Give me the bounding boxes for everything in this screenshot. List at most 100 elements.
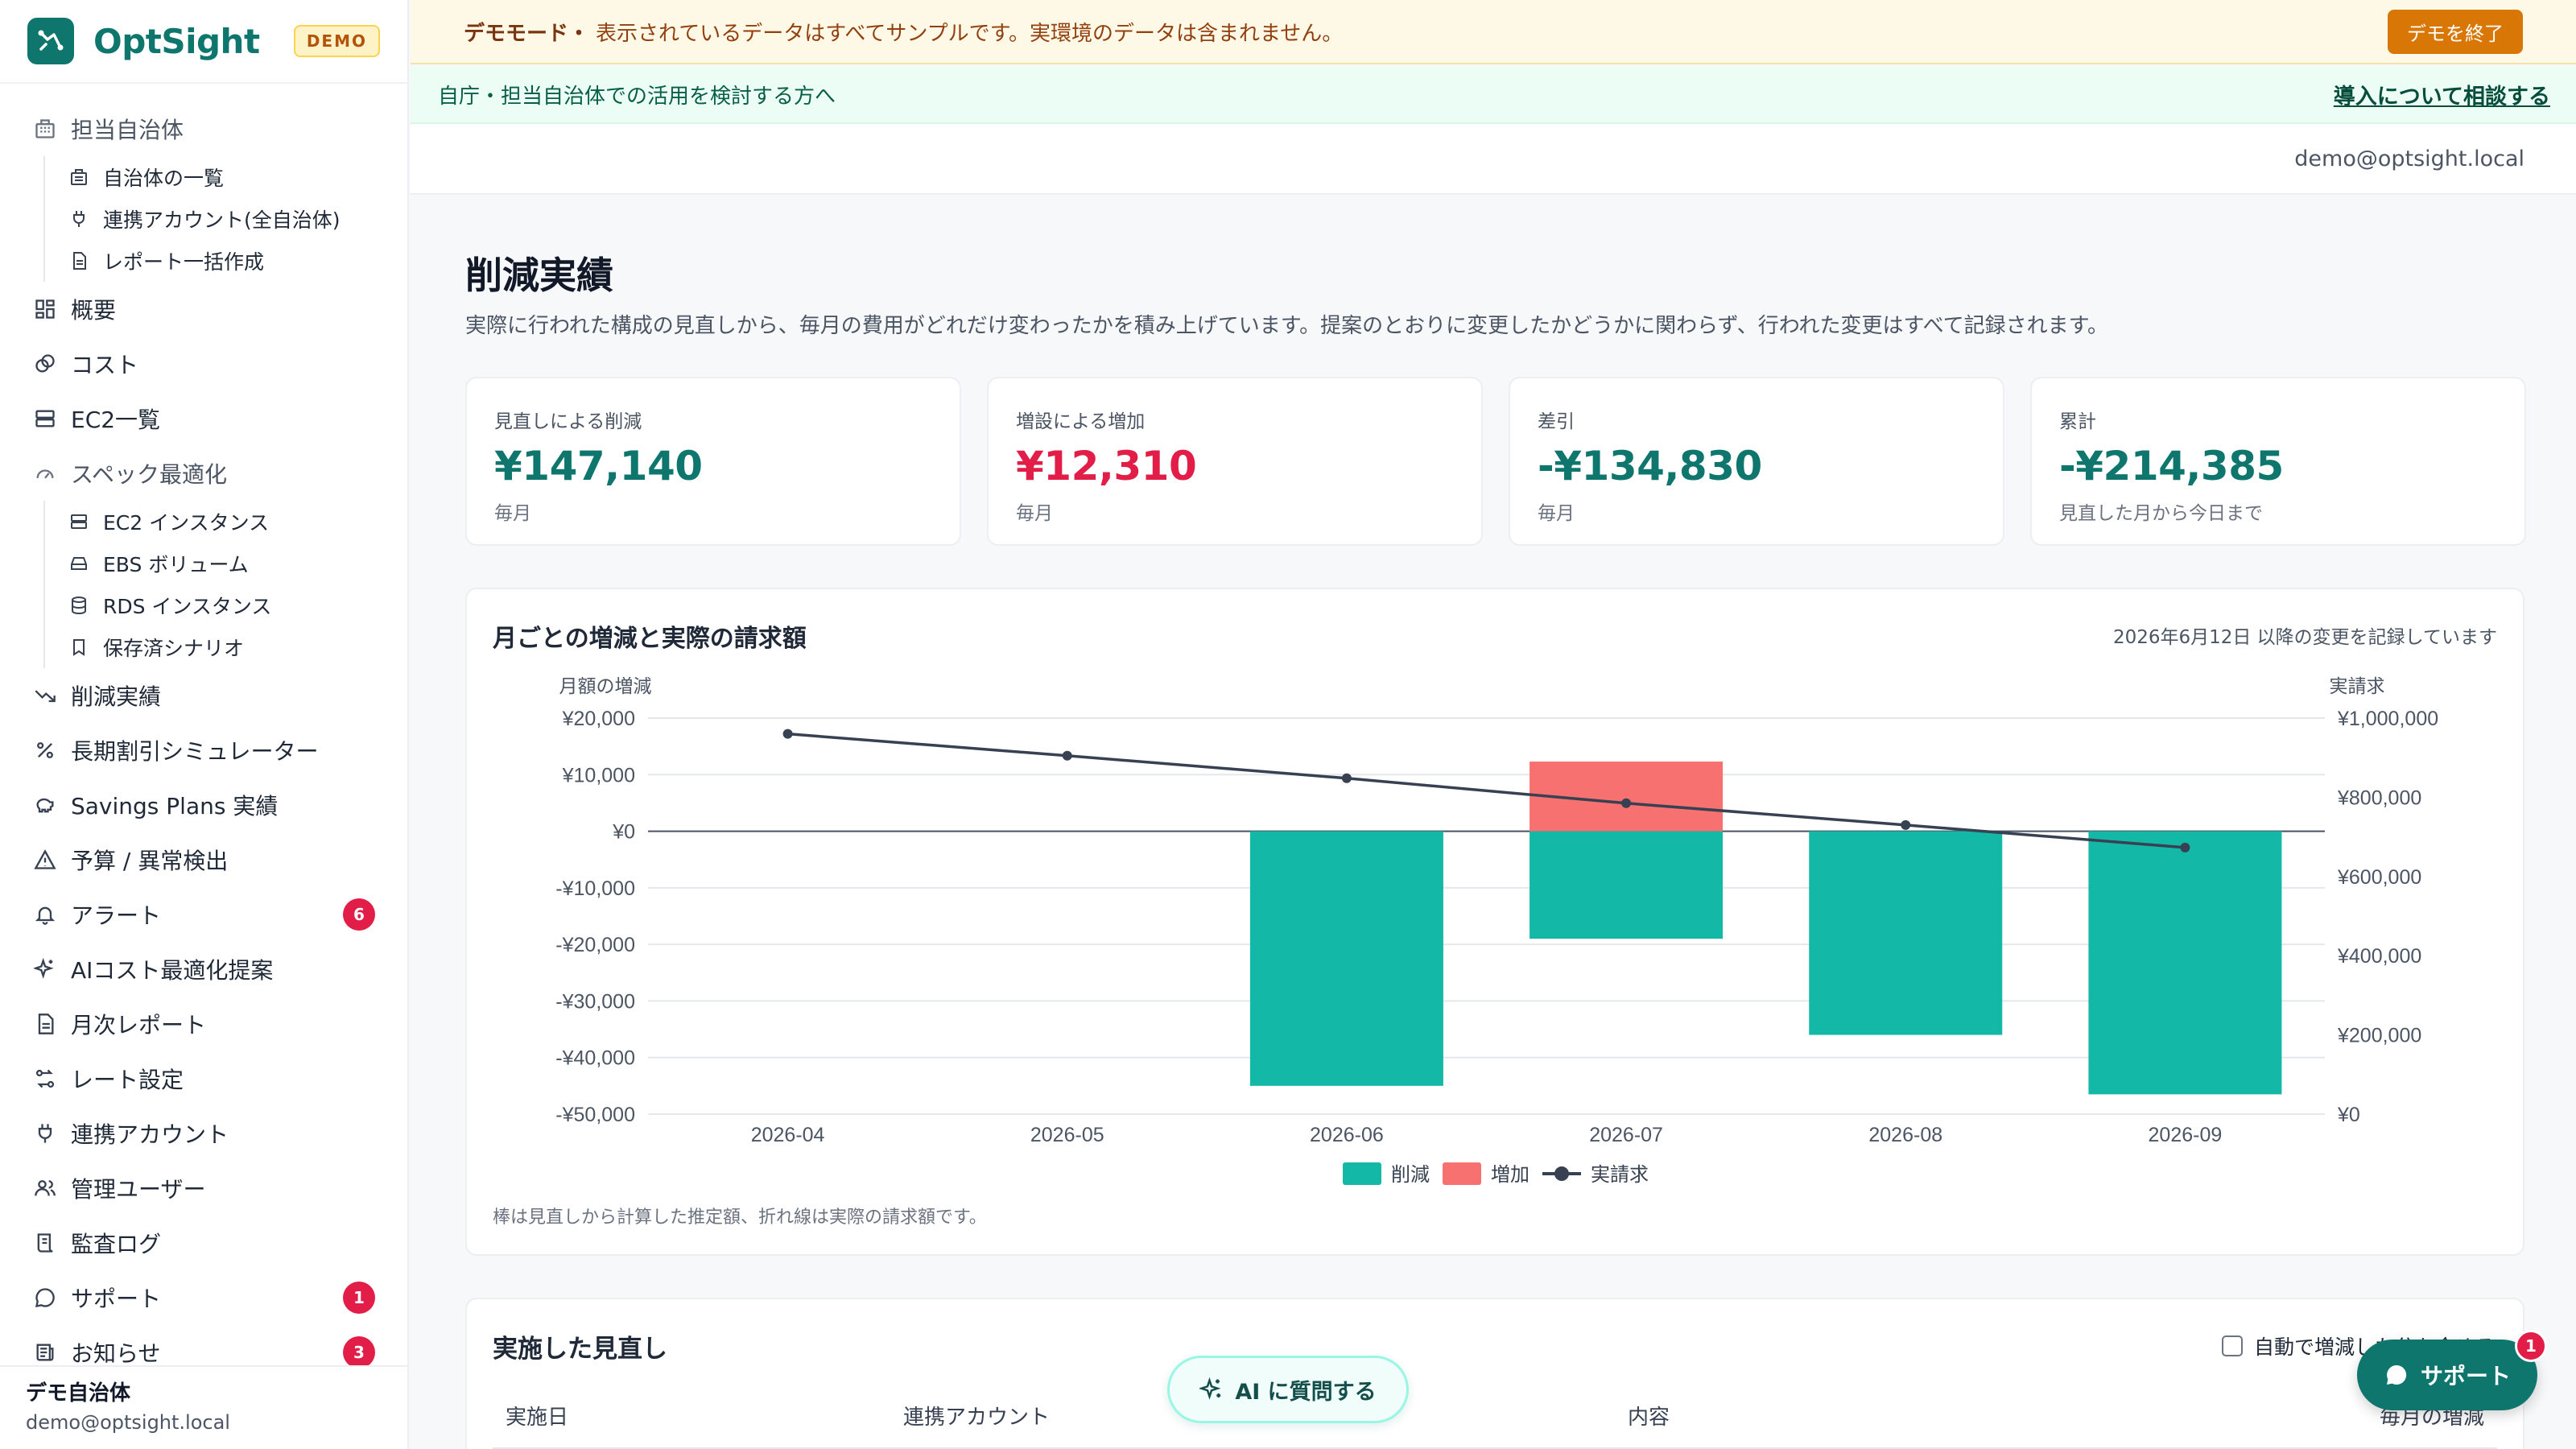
sparkles-icon [32, 956, 58, 982]
right-tick-label: ¥0 [2337, 1104, 2360, 1126]
consult-banner-text: 自庁・担当自治体での活用を検討する方へ [438, 84, 836, 109]
right-tick-label: ¥1,000,000 [2337, 708, 2438, 730]
sidebar-item-audit-log[interactable]: 監査ログ [0, 1216, 407, 1270]
coins-icon [32, 351, 58, 377]
database-icon [68, 594, 90, 617]
document-icon [32, 1011, 58, 1037]
x-tick-label: 2026-09 [2149, 1124, 2223, 1146]
sidebar-group-spec[interactable]: スペック最適化 [0, 446, 407, 501]
sidebar-item-label: 監査ログ [71, 1231, 162, 1257]
sidebar-item-label: AIコスト最適化提案 [71, 957, 274, 984]
column-header-account[interactable]: 連携アカウント [903, 1401, 1050, 1430]
kpi-sub: 見直した月から今日まで [2059, 503, 2263, 524]
sidebar-item-overview[interactable]: 概要 [0, 282, 407, 336]
left-tick-label: ¥10,000 [562, 764, 635, 786]
server-icon [68, 510, 90, 533]
grid-icon [32, 296, 58, 322]
sidebar-item-ec2-list[interactable]: EC2一覧 [0, 391, 407, 446]
bar-decrease [2088, 831, 2282, 1095]
chat-icon [2384, 1362, 2409, 1388]
left-tick-label: -¥40,000 [555, 1047, 635, 1070]
sidebar-item-rate-settings[interactable]: レート設定 [0, 1051, 407, 1106]
bookmark-icon [68, 636, 90, 658]
sidebar-item-admin-users[interactable]: 管理ユーザー [0, 1161, 407, 1216]
sidebar-footer[interactable]: デモ自治体 demo@optsight.local [0, 1365, 407, 1449]
legend-swatch [1343, 1162, 1381, 1185]
sidebar-item-monthly-report[interactable]: 月次レポート [0, 997, 407, 1051]
demo-badge: DEMO [293, 25, 380, 57]
sidebar-item-cost[interactable]: コスト [0, 336, 407, 391]
sidebar-group-tenant[interactable]: 担当自治体 [0, 101, 407, 156]
sidebar-item-ebs-volumes[interactable]: EBS ボリューム [0, 543, 407, 584]
left-tick-label: -¥30,000 [555, 990, 635, 1013]
kpi-sub: 毎月 [494, 503, 531, 524]
sidebar-item-alerts[interactable]: アラート 6 [0, 887, 407, 942]
sidebar-item-label: 削減実績 [71, 683, 162, 710]
actual-bill-point [1062, 750, 1072, 761]
column-header-content[interactable]: 内容 [1628, 1401, 1670, 1430]
sidebar-item-ec2-instances[interactable]: EC2 インスタンス [0, 501, 407, 543]
sidebar-item-ai-suggestions[interactable]: AIコスト最適化提案 [0, 942, 407, 997]
bell-icon [32, 902, 58, 927]
sidebar-item-commitment-simulator[interactable]: 長期割引シミュレーター [0, 723, 407, 778]
sidebar-item-label: 自治体の一覧 [103, 167, 225, 190]
page-description: 実際に行われた構成の見直しから、毎月の費用がどれだけ変わったかを積み上げています… [465, 314, 2109, 338]
left-tick-label: -¥20,000 [555, 934, 635, 956]
sidebar-item-bulk-report[interactable]: レポート一括作成 [0, 240, 407, 282]
left-axis-label: 月額の増減 [559, 675, 652, 696]
legend-label: 実請求 [1591, 1164, 1649, 1186]
sidebar-item-saved-scenarios[interactable]: 保存済シナリオ [0, 626, 407, 668]
sidebar-item-tenant-list[interactable]: 自治体の一覧 [0, 156, 407, 198]
demo-banner-title: デモモード・ [464, 21, 590, 46]
sidebar-item-budget-anomaly[interactable]: 予算 / 異常検出 [0, 832, 407, 887]
savings-chart: 月額の増減 実請求¥20,000¥10,000¥0-¥10,000-¥20,000… [555, 675, 2438, 1186]
reviews-table-card: 実施した見直し 自動で増減した分も含める 実施日 連携アカウント 内容 毎月の増… [465, 1298, 2524, 1449]
sidebar-item-support[interactable]: サポート 1 [0, 1270, 407, 1325]
user-email[interactable]: demo@optsight.local [2294, 147, 2524, 171]
kpi-value: -¥134,830 [1538, 443, 1762, 489]
consult-banner: 自庁・担当自治体での活用を検討する方へ 導入について相談する [411, 66, 2576, 124]
sidebar: OptSight DEMO 担当自治体 自治体の一覧 連携アカウント(全自治体)… [0, 0, 409, 1449]
ask-ai-button[interactable]: AI に質問する [1167, 1356, 1409, 1423]
sidebar-item-label: 保存済シナリオ [103, 637, 245, 660]
actual-bill-point [1901, 819, 1911, 830]
kpi-card-increase: 増設による増加 ¥12,310 毎月 [987, 377, 1483, 546]
tenant-name: デモ自治体 [26, 1381, 131, 1406]
exit-demo-button[interactable]: デモを終了 [2388, 9, 2523, 54]
legend-swatch [1443, 1162, 1481, 1185]
right-axis-label: 実請求 [2330, 675, 2385, 696]
left-tick-label: -¥50,000 [555, 1104, 635, 1126]
table-header: 実施日 連携アカウント 内容 毎月の増減 [493, 1383, 2497, 1449]
sidebar-item-label: EC2一覧 [71, 407, 161, 433]
sidebar-item-all-accounts[interactable]: 連携アカウント(全自治体) [0, 198, 407, 240]
sidebar-item-label: アラート [71, 902, 162, 929]
bar-decrease [1809, 831, 2003, 1035]
kpi-value: ¥12,310 [1016, 443, 1197, 489]
sidebar-item-accounts[interactable]: 連携アカウント [0, 1106, 407, 1161]
brand-name: OptSight [93, 21, 260, 61]
kpi-label: 差引 [1538, 411, 1575, 432]
building-icon [32, 116, 58, 142]
column-header-date[interactable]: 実施日 [506, 1401, 568, 1430]
chart-footnote: 棒は見直しから計算した推定額、折れ線は実際の請求額です。 [493, 1208, 987, 1228]
drive-icon [68, 552, 90, 575]
sidebar-item-label: 長期割引シミュレーター [71, 738, 319, 765]
kpi-label: 累計 [2059, 411, 2096, 432]
news-count-badge: 3 [343, 1336, 375, 1368]
sidebar-item-rds-instances[interactable]: RDS インスタンス [0, 584, 407, 626]
sidebar-item-label: レポート一括作成 [103, 250, 265, 274]
sidebar-item-label: 月次レポート [71, 1012, 207, 1038]
brand[interactable]: OptSight DEMO [0, 0, 407, 84]
support-label: サポート [2420, 1363, 2511, 1389]
kpi-value: ¥147,140 [494, 443, 703, 489]
x-tick-label: 2026-06 [1310, 1124, 1384, 1146]
kpi-sub: 毎月 [1538, 503, 1575, 524]
consult-link[interactable]: 導入について相談する [2334, 79, 2550, 110]
sidebar-item-savings-results[interactable]: 削減実績 [0, 668, 407, 723]
checkbox-icon[interactable] [2221, 1335, 2243, 1356]
support-button[interactable]: サポート [2357, 1340, 2537, 1410]
sidebar-item-label: レート設定 [71, 1067, 184, 1093]
sidebar-item-label: コスト [71, 352, 139, 378]
sidebar-item-label: 概要 [71, 297, 117, 324]
sidebar-item-savings-plans[interactable]: Savings Plans 実績 [0, 778, 407, 832]
